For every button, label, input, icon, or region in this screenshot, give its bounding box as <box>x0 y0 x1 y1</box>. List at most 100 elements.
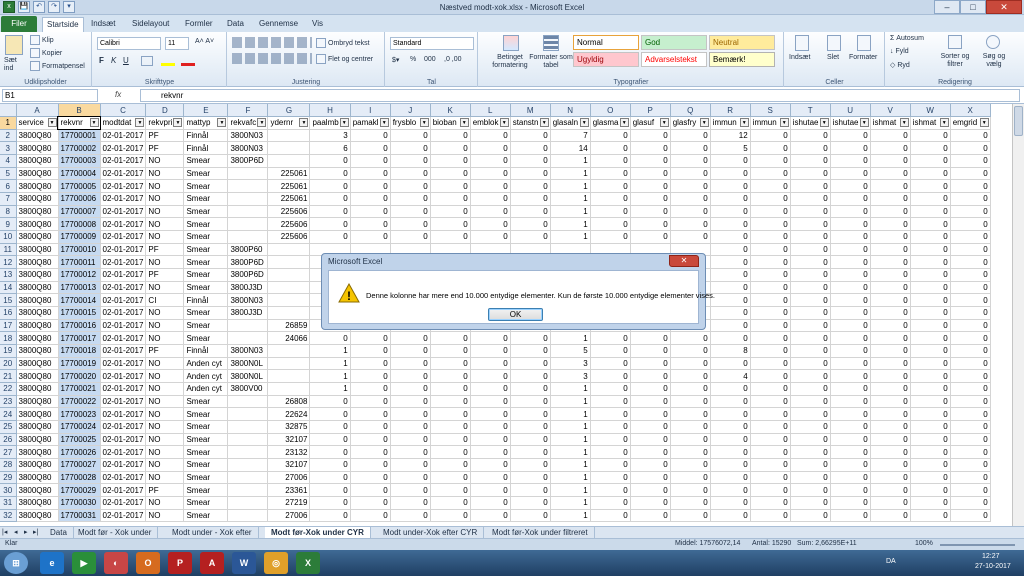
cell[interactable]: 0 <box>870 205 911 219</box>
cell[interactable]: 3800Q80 <box>16 420 59 434</box>
cell[interactable]: 6 <box>309 141 351 156</box>
cell[interactable]: 0 <box>870 407 911 421</box>
cell[interactable]: 0 <box>350 382 391 396</box>
cell[interactable] <box>227 331 269 345</box>
cell[interactable]: 3800Q80 <box>16 471 59 485</box>
cell[interactable]: 0 <box>790 344 831 358</box>
cell[interactable]: 0 <box>910 167 951 181</box>
cell[interactable]: 0 <box>350 141 391 156</box>
cell[interactable]: 0 <box>510 129 551 143</box>
cell[interactable]: 23361 <box>267 483 311 497</box>
column-header[interactable]: K <box>430 104 471 118</box>
cell[interactable]: 1 <box>550 458 591 472</box>
cell[interactable]: 0 <box>390 217 431 232</box>
cell[interactable]: 0 <box>470 483 511 497</box>
cell[interactable]: 7 <box>550 129 591 143</box>
filter-header-cell[interactable]: ydernr ▼ <box>267 116 311 130</box>
cell[interactable]: 0 <box>470 357 511 371</box>
cell[interactable]: 0 <box>830 458 871 472</box>
cell[interactable]: 27006 <box>267 509 311 523</box>
cell[interactable]: 0 <box>670 369 711 383</box>
cell[interactable]: 0 <box>390 179 431 194</box>
cell[interactable]: Anden cyt <box>183 369 229 383</box>
cell[interactable]: 0 <box>870 382 911 396</box>
cell[interactable]: 02-01-2017 <box>100 433 147 447</box>
taskbar-app-icon[interactable]: ◎ <box>264 552 288 574</box>
row-number[interactable]: 9 <box>0 217 17 232</box>
cell[interactable]: 3800N03 <box>227 129 269 143</box>
cell[interactable]: 0 <box>630 369 671 383</box>
cell[interactable]: 0 <box>390 382 431 396</box>
filter-header-cell[interactable]: rekvnr ▼ <box>57 115 101 131</box>
cell[interactable]: 02-01-2017 <box>100 141 147 156</box>
cell[interactable]: Anden cyt <box>183 357 229 371</box>
cell[interactable]: 0 <box>830 483 871 497</box>
cell[interactable]: 0 <box>830 230 871 244</box>
cell[interactable]: 0 <box>830 306 871 320</box>
sheet-first-button[interactable]: |◂ <box>2 528 7 536</box>
row-number[interactable]: 16 <box>0 306 17 320</box>
cell[interactable]: 3800Q80 <box>16 129 59 143</box>
filter-header-cell[interactable]: frysblo ▼ <box>390 116 431 130</box>
cell[interactable]: 0 <box>510 433 551 447</box>
cell[interactable]: 225606 <box>267 217 311 232</box>
cell[interactable]: 0 <box>910 281 951 295</box>
cell[interactable]: 0 <box>750 471 791 485</box>
cell[interactable]: 0 <box>870 395 911 409</box>
cell[interactable]: 0 <box>710 154 751 168</box>
cell[interactable]: 0 <box>430 344 471 358</box>
cell[interactable]: NO <box>145 154 185 168</box>
filter-dropdown-icon[interactable]: ▼ <box>579 118 589 128</box>
cell[interactable]: 02-01-2017 <box>100 306 147 320</box>
cell[interactable]: 3800Q80 <box>16 407 59 421</box>
cell[interactable]: 0 <box>390 471 431 485</box>
cell[interactable]: 0 <box>350 344 391 358</box>
column-header[interactable]: W <box>910 104 951 118</box>
taskbar-app-icon[interactable]: W <box>232 552 256 574</box>
cell[interactable] <box>267 129 311 143</box>
cell[interactable]: 0 <box>910 458 951 472</box>
cell[interactable]: 0 <box>670 509 711 523</box>
cell[interactable]: 0 <box>590 496 631 510</box>
filter-header-cell[interactable]: mattyp ▼ <box>183 116 229 130</box>
cell[interactable]: 02-01-2017 <box>100 217 147 232</box>
cell[interactable]: 0 <box>390 407 431 421</box>
cell[interactable]: 0 <box>790 268 831 282</box>
cell[interactable]: 02-01-2017 <box>100 471 147 485</box>
cell[interactable]: 0 <box>830 496 871 510</box>
cell[interactable]: 0 <box>830 407 871 421</box>
cell[interactable]: 0 <box>790 205 831 219</box>
cell[interactable]: 0 <box>950 357 991 371</box>
cell[interactable]: 0 <box>790 458 831 472</box>
cell[interactable]: 0 <box>510 205 551 219</box>
cell[interactable]: 0 <box>350 167 391 181</box>
cell[interactable]: 0 <box>470 445 511 459</box>
cell[interactable]: 0 <box>750 319 791 333</box>
paste-button[interactable]: Sæt ind <box>4 57 26 73</box>
cell[interactable]: 0 <box>830 192 871 206</box>
cell[interactable]: 0 <box>350 433 391 447</box>
cell[interactable]: 0 <box>390 445 431 459</box>
autosum-button[interactable]: Σ Autosum <box>890 35 924 42</box>
cell[interactable]: 02-01-2017 <box>100 331 147 345</box>
cell[interactable]: 27006 <box>267 471 311 485</box>
cell[interactable]: 0 <box>750 230 791 244</box>
cell[interactable]: 0 <box>390 141 431 156</box>
cell[interactable]: 0 <box>750 293 791 307</box>
cell[interactable]: 0 <box>750 306 791 320</box>
cell[interactable]: 3800Q80 <box>16 344 59 358</box>
cell[interactable]: 0 <box>870 420 911 434</box>
cell[interactable]: 17700019 <box>58 357 101 371</box>
cell[interactable]: 3800Q80 <box>16 483 59 497</box>
cell[interactable]: 0 <box>710 445 751 459</box>
cell[interactable]: 0 <box>710 192 751 206</box>
cell[interactable]: 0 <box>630 445 671 459</box>
minimize-button[interactable]: – <box>934 0 960 14</box>
cell[interactable]: 0 <box>670 433 711 447</box>
filter-header-cell[interactable]: glasma ▼ <box>590 116 631 130</box>
cell[interactable]: 0 <box>910 357 951 371</box>
cell[interactable]: 0 <box>870 509 911 523</box>
cell[interactable]: 17700005 <box>58 179 101 194</box>
cell[interactable]: 0 <box>950 179 991 194</box>
row-number[interactable]: 18 <box>0 331 17 345</box>
